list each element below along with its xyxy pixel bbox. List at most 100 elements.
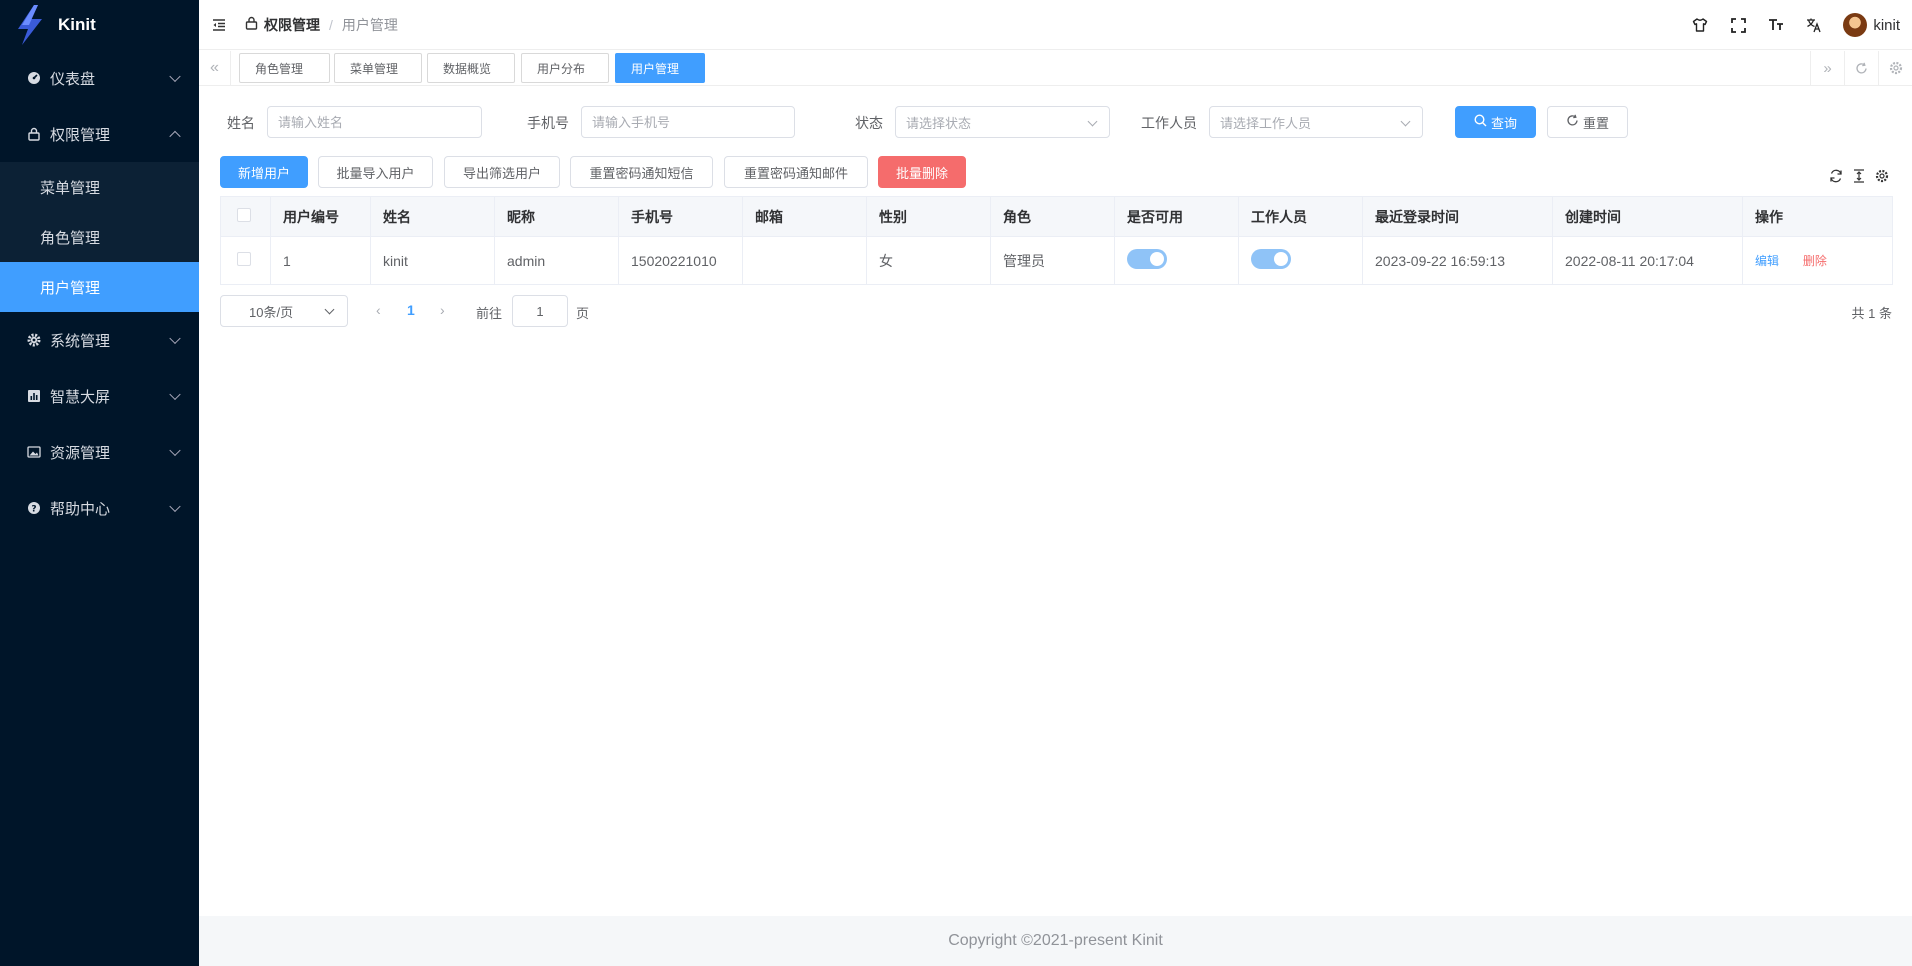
column-header[interactable]: 是否可用 [1114, 196, 1239, 237]
column-header[interactable]: 手机号 [618, 196, 743, 237]
staff-label: 工作人员 [1141, 115, 1197, 131]
page-size-select[interactable]: 10条/页 [220, 295, 348, 327]
reset-password-sms-button[interactable]: 重置密码通知短信 [570, 156, 713, 188]
select-all-checkbox[interactable] [237, 208, 251, 222]
next-page-icon[interactable]: › [440, 302, 445, 318]
cell-staff [1238, 236, 1363, 285]
cell-created: 2022-08-11 20:17:04 [1552, 236, 1743, 285]
cell-last-login: 2023-09-22 16:59:13 [1362, 236, 1553, 285]
column-header[interactable]: 最近登录时间 [1362, 196, 1553, 237]
chevron-down-icon [169, 332, 181, 345]
add-user-button[interactable]: 新增用户 [220, 156, 308, 188]
cell-name: kinit [370, 236, 495, 285]
tab-menu-management[interactable]: 菜单管理 [334, 53, 422, 83]
breadcrumb-item[interactable]: 权限管理 [264, 15, 320, 35]
reset-button[interactable]: 重置 [1547, 106, 1628, 138]
help-icon: ? [26, 500, 42, 516]
table-header-row: 用户编号 姓名 昵称 手机号 邮箱 性别 角色 是否可用 工作人员 最近登录时间… [220, 196, 1893, 237]
submenu-permissions: 菜单管理 角色管理 用户管理 [0, 162, 199, 312]
cell-actions: 编辑 删除 [1742, 236, 1893, 285]
chevron-down-icon [169, 500, 181, 513]
column-height-icon[interactable] [1851, 168, 1867, 184]
sidebar-item-dashboard[interactable]: 仪表盘 [0, 50, 199, 106]
double-chevron-left-icon[interactable]: « [199, 51, 231, 85]
image-icon [26, 444, 42, 460]
staff-select[interactable]: 请选择工作人员 [1209, 106, 1423, 138]
batch-delete-button[interactable]: 批量删除 [878, 156, 966, 188]
footer: Copyright ©2021-present Kinit [199, 916, 1912, 966]
sidebar-item-user-management[interactable]: 用户管理 [0, 262, 199, 312]
sidebar-item-label: 系统管理 [50, 332, 111, 350]
gear-icon [26, 332, 42, 348]
menu-fold-icon[interactable] [211, 17, 227, 33]
header: 权限管理 / 用户管理 kinit [199, 0, 1912, 50]
sidebar-item-label: 智慧大屏 [50, 388, 111, 406]
column-header[interactable]: 性别 [866, 196, 991, 237]
copyright: Copyright ©2021-present Kinit [948, 932, 1163, 949]
column-header[interactable]: 昵称 [494, 196, 619, 237]
sidebar-item-system[interactable]: 系统管理 [0, 312, 199, 368]
enabled-switch[interactable] [1127, 249, 1167, 269]
gear-icon[interactable] [1874, 168, 1890, 184]
batch-import-button[interactable]: 批量导入用户 [318, 156, 433, 188]
header-actions: kinit [1671, 0, 1900, 50]
sidebar-item-resources[interactable]: 资源管理 [0, 424, 199, 480]
sidebar-item-menu-management[interactable]: 菜单管理 [0, 162, 199, 212]
query-button-label: 查询 [1490, 115, 1517, 131]
table-row: 1 kinit admin 15020221010 女 管理员 2023-09-… [220, 236, 1893, 285]
edit-link[interactable]: 编辑 [1755, 254, 1779, 268]
font-size-icon[interactable] [1767, 16, 1785, 34]
column-header[interactable]: 姓名 [370, 196, 495, 237]
goto-page-input[interactable] [512, 295, 568, 327]
column-header[interactable]: 创建时间 [1552, 196, 1743, 237]
column-header[interactable]: 工作人员 [1238, 196, 1363, 237]
sidebar-item-permissions[interactable]: 权限管理 [0, 106, 199, 162]
tab-role-management[interactable]: 角色管理 [239, 53, 330, 83]
delete-link[interactable]: 删除 [1803, 254, 1827, 268]
tshirt-icon[interactable] [1691, 16, 1709, 34]
username[interactable]: kinit [1873, 17, 1900, 34]
tab-user-distribution[interactable]: 用户分布 [521, 53, 609, 83]
translate-icon[interactable] [1805, 16, 1823, 34]
status-select[interactable]: 请选择状态 [895, 106, 1110, 138]
tab-data-overview[interactable]: 数据概览 [427, 53, 515, 83]
page-number-current[interactable]: 1 [407, 302, 415, 318]
fullscreen-icon[interactable] [1729, 16, 1747, 34]
total-count: 共 1 条 [1851, 306, 1892, 321]
name-label: 姓名 [227, 115, 255, 131]
sidebar-item-label: 权限管理 [50, 126, 111, 144]
refresh-icon [1566, 114, 1579, 130]
phone-input[interactable] [581, 106, 795, 138]
row-checkbox[interactable] [237, 252, 251, 266]
reset-password-email-button[interactable]: 重置密码通知邮件 [724, 156, 868, 188]
prev-page-icon[interactable]: ‹ [376, 302, 381, 318]
dashboard-icon [26, 70, 42, 86]
chevron-down-icon [169, 70, 181, 83]
avatar[interactable] [1843, 13, 1868, 37]
staff-switch[interactable] [1251, 249, 1291, 269]
column-header[interactable]: 用户编号 [270, 196, 371, 237]
refresh-icon[interactable] [1844, 51, 1878, 85]
refresh-icon[interactable] [1828, 168, 1844, 184]
query-button[interactable]: 查询 [1455, 106, 1536, 138]
chevron-down-icon [1087, 116, 1098, 127]
gear-icon[interactable] [1878, 51, 1912, 85]
app-name: Kinit [58, 15, 96, 34]
cell-role: 管理员 [990, 236, 1115, 285]
sidebar-item-big-screen[interactable]: 智慧大屏 [0, 368, 199, 424]
sidebar-item-role-management[interactable]: 角色管理 [0, 212, 199, 262]
export-filtered-button[interactable]: 导出筛选用户 [444, 156, 560, 188]
tab-user-management[interactable]: 用户管理 [615, 53, 705, 83]
lock-icon [26, 126, 42, 142]
column-header[interactable]: 邮箱 [742, 196, 867, 237]
sidebar-item-label: 仪表盘 [50, 70, 96, 88]
logo[interactable]: Kinit [0, 0, 199, 50]
breadcrumb: 权限管理 / 用户管理 [245, 15, 398, 35]
tags-view: « 角色管理 菜单管理 数据概览 用户分布 用户管理 » [199, 51, 1912, 86]
name-input[interactable] [267, 106, 482, 138]
chevron-down-icon [1400, 116, 1411, 127]
column-header[interactable]: 角色 [990, 196, 1115, 237]
cell-enabled [1114, 236, 1239, 285]
sidebar-item-help[interactable]: ? 帮助中心 [0, 480, 199, 536]
double-chevron-right-icon[interactable]: » [1810, 51, 1844, 85]
